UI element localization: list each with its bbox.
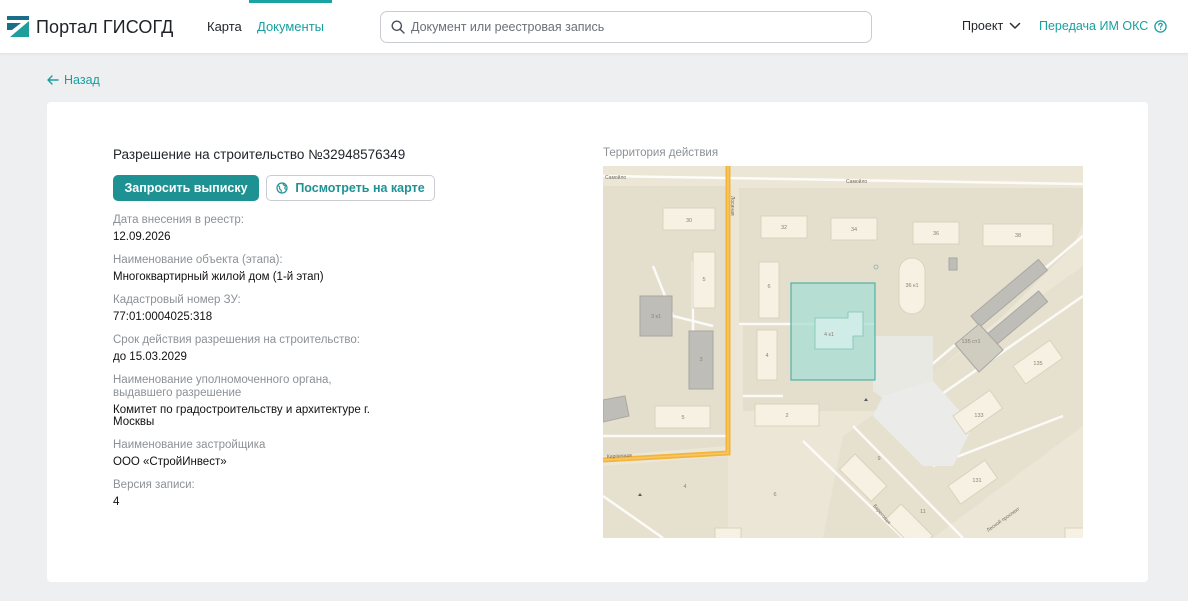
chevron-down-icon <box>1009 22 1021 29</box>
svg-text:3: 3 <box>699 357 702 363</box>
svg-text:36: 36 <box>933 231 939 237</box>
svg-text:5: 5 <box>681 415 684 421</box>
field-label: Наименование застройщика <box>113 439 266 451</box>
svg-text:Самойло: Самойло <box>605 174 626 181</box>
field-value: до 15.03.2029 <box>113 351 187 363</box>
svg-text:38: 38 <box>1015 233 1021 239</box>
svg-text:2: 2 <box>785 413 788 419</box>
help-icon[interactable] <box>1154 20 1167 33</box>
back-label: Назад <box>64 73 100 87</box>
svg-text:9: 9 <box>877 456 880 462</box>
building <box>758 261 780 319</box>
building <box>714 527 742 538</box>
nav-tab-map[interactable]: Карта <box>207 19 242 35</box>
svg-text:6: 6 <box>773 492 776 498</box>
svg-text:6: 6 <box>767 284 770 290</box>
svg-text:4: 4 <box>683 484 686 490</box>
document-fields: Дата внесения в реестр: 12.09.2026 Наиме… <box>113 214 413 519</box>
nav-active-indicator <box>249 0 332 3</box>
project-dropdown[interactable]: Проект <box>962 19 1021 33</box>
svg-text:5: 5 <box>702 277 705 283</box>
field-value: 77:01:0004025:318 <box>113 311 213 323</box>
field-value: Комитет по градостроительству и архитект… <box>113 404 370 428</box>
field-value: 4 <box>113 496 120 508</box>
svg-text:133: 133 <box>974 413 983 419</box>
search-input[interactable] <box>411 13 861 41</box>
svg-text:30: 30 <box>686 218 692 224</box>
svg-text:131: 131 <box>972 478 981 484</box>
project-label: Проект <box>962 19 1004 33</box>
field-label: Кадастровый номер ЗУ: <box>113 294 241 306</box>
svg-text:Лосиная: Лосиная <box>729 196 735 216</box>
map-title: Территория действия <box>603 147 719 159</box>
portal-logo-icon[interactable] <box>7 16 29 37</box>
field-value: Многоквартирный жилой дом (1-й этап) <box>113 271 324 283</box>
field-label: Наименование объекта (этапа): <box>113 254 283 266</box>
field-label: Версия записи: <box>113 479 195 491</box>
svg-text:4 к1: 4 к1 <box>824 332 834 338</box>
view-on-map-label: Посмотреть на карте <box>295 181 425 195</box>
field-value: ООО «СтройИнвест» <box>113 456 227 468</box>
territory-map[interactable]: 30 32 34 36 38 5 6 36 к1 3 к1 3 4 4 к1 5… <box>603 166 1083 538</box>
request-extract-button[interactable]: Запросить выписку <box>113 175 259 201</box>
svg-text:3 к1: 3 к1 <box>651 314 661 320</box>
field-label: Дата внесения в реестр: <box>113 214 244 226</box>
svg-text:Самойло: Самойло <box>846 178 867 185</box>
nav-tab-documents[interactable]: Документы <box>257 19 324 35</box>
building <box>1064 527 1083 538</box>
svg-text:34: 34 <box>851 227 857 233</box>
building <box>948 257 958 271</box>
field-label: Срок действия разрешения на строительств… <box>113 334 360 346</box>
back-link[interactable]: Назад <box>47 73 100 87</box>
transfer-link[interactable]: Передача ИМ ОКС <box>1039 19 1148 33</box>
svg-text:36 к1: 36 к1 <box>905 283 918 289</box>
view-on-map-button[interactable]: Посмотреть на карте <box>266 175 435 201</box>
svg-text:32: 32 <box>781 225 787 231</box>
field-label: Наименование уполномоченного органа, выд… <box>113 374 332 399</box>
svg-text:135 ст1: 135 ст1 <box>961 339 980 345</box>
svg-text:4: 4 <box>765 353 768 359</box>
document-title: Разрешение на строительство №32948576349 <box>113 147 406 162</box>
field-value: 12.09.2026 <box>113 231 171 243</box>
svg-text:11: 11 <box>920 509 926 515</box>
document-card: Разрешение на строительство №32948576349… <box>47 102 1148 582</box>
search-icon <box>391 20 405 34</box>
globe-icon <box>276 182 288 194</box>
svg-text:135: 135 <box>1033 361 1042 367</box>
top-bar: Портал ГИСОГД Карта Документы Проект Пер… <box>0 0 1188 54</box>
search-box[interactable] <box>380 11 872 43</box>
portal-brand[interactable]: Портал ГИСОГД <box>36 16 173 38</box>
arrow-left-icon <box>47 75 59 85</box>
